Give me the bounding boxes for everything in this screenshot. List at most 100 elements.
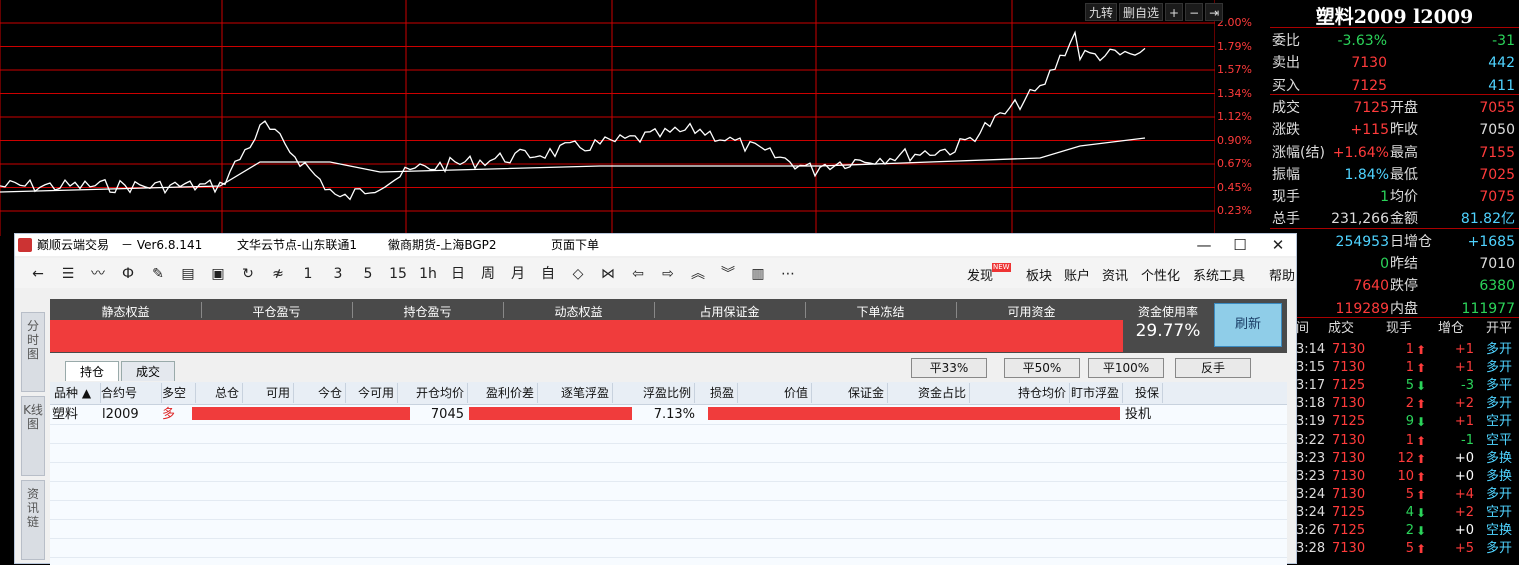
- quote-label: 开盘: [1390, 99, 1418, 116]
- timeframe-button[interactable]: 1h: [417, 264, 439, 284]
- menu-item[interactable]: 发现: [967, 265, 993, 284]
- axis-label: 0.45%: [1217, 180, 1252, 194]
- tick-volume: 5: [1405, 378, 1414, 394]
- up-icon[interactable]: ︽: [687, 264, 709, 284]
- menu-item[interactable]: 个性化: [1141, 265, 1180, 284]
- divider: [352, 302, 353, 318]
- draw-icon[interactable]: ✎: [147, 264, 169, 284]
- side-tab[interactable]: 资讯链: [21, 480, 45, 560]
- timeframe-button[interactable]: 15: [387, 264, 409, 284]
- column-header[interactable]: 合约号: [101, 382, 158, 404]
- quote-row: 仓254953日增仓+1685: [1272, 231, 1517, 253]
- expand-button[interactable]: ⇥: [1205, 3, 1224, 21]
- timeframe-button[interactable]: 周: [477, 264, 499, 284]
- column-header[interactable]: 资金占比: [888, 382, 966, 404]
- column-header[interactable]: 持仓均价: [970, 382, 1066, 404]
- close-100-button[interactable]: 平100%: [1088, 358, 1164, 378]
- split-icon[interactable]: ◇: [567, 264, 589, 284]
- separator: [1270, 317, 1519, 318]
- arrow-up-icon: ⬆: [1416, 361, 1427, 376]
- side-tab[interactable]: K线图: [21, 396, 45, 476]
- quote-value: +1.64%: [1332, 144, 1389, 161]
- candle-icon[interactable]: Ф: [117, 264, 139, 284]
- quote-row: 成交 7125 开盘 7055: [1272, 97, 1517, 119]
- tick-type: 多平: [1486, 378, 1513, 394]
- quote-label: 跌停: [1390, 278, 1418, 295]
- prev-icon[interactable]: ⇦: [627, 264, 649, 284]
- column-header[interactable]: 价值: [738, 382, 808, 404]
- tab-positions[interactable]: 持仓: [65, 361, 119, 381]
- layout-icon[interactable]: ▥: [747, 264, 769, 284]
- axis-label: 1.12%: [1217, 110, 1252, 123]
- tick-oi: -1: [1461, 432, 1474, 448]
- close-button[interactable]: ✕: [1261, 234, 1295, 256]
- column-header[interactable]: 总仓: [196, 382, 239, 404]
- tick-type: 多开: [1486, 486, 1513, 502]
- quote-label: 现手: [1272, 189, 1300, 206]
- close-50-button[interactable]: 平50%: [1004, 358, 1080, 378]
- save-icon[interactable]: ▣: [207, 264, 229, 284]
- column-header[interactable]: 盯市浮盈: [1070, 382, 1119, 404]
- menu-item[interactable]: 资讯: [1102, 265, 1128, 284]
- back-icon[interactable]: ←: [27, 264, 49, 284]
- column-header[interactable]: 损盈: [695, 382, 734, 404]
- refresh-icon[interactable]: ↻: [237, 264, 259, 284]
- timeframe-button[interactable]: 月: [507, 264, 529, 284]
- tick-price: 7125: [1332, 523, 1366, 538]
- column-header[interactable]: 可用: [243, 382, 290, 404]
- tick-type: 空换: [1486, 523, 1513, 538]
- quote-value: 7075: [1479, 189, 1515, 206]
- tab-trades[interactable]: 成交: [121, 361, 175, 381]
- zoom-out-button[interactable]: −: [1185, 3, 1204, 21]
- indicator-icon[interactable]: ≉: [267, 264, 289, 284]
- column-header[interactable]: 开仓均价: [398, 382, 464, 404]
- tick-time: 3:26: [1296, 523, 1326, 538]
- column-header[interactable]: 今可用: [346, 382, 394, 404]
- menu-item[interactable]: 系统工具: [1193, 265, 1245, 284]
- timeframe-button[interactable]: 自: [537, 264, 559, 284]
- column-header[interactable]: 浮盈比例: [613, 382, 691, 404]
- summary-header: 占用保证金: [699, 305, 760, 319]
- timeframe-button[interactable]: 1: [297, 264, 319, 284]
- redacted-values: [50, 320, 1123, 352]
- timeframe-button[interactable]: 5: [357, 264, 379, 284]
- close-33-button[interactable]: 平33%: [911, 358, 987, 378]
- tick-type: 空开: [1486, 504, 1513, 520]
- timeframe-button[interactable]: 3: [327, 264, 349, 284]
- tick-oi: +0: [1454, 468, 1474, 484]
- side-tab[interactable]: 分时图: [21, 312, 45, 392]
- next-icon[interactable]: ⇨: [657, 264, 679, 284]
- menu-item[interactable]: 帮助: [1269, 265, 1295, 284]
- tick-price: 7130: [1332, 541, 1366, 557]
- column-header[interactable]: 多空: [162, 382, 192, 404]
- zoom-in-button[interactable]: +: [1165, 3, 1184, 21]
- refresh-button[interactable]: 刷新: [1214, 303, 1282, 347]
- menu-item[interactable]: 账户: [1064, 265, 1090, 284]
- timeframe-button[interactable]: 日: [447, 264, 469, 284]
- compare-icon[interactable]: ⋈: [597, 264, 619, 284]
- intraday-chart: [0, 0, 1215, 236]
- minimize-button[interactable]: —: [1187, 234, 1221, 256]
- jiuzhuan-button[interactable]: 九转: [1085, 3, 1118, 21]
- more-icon[interactable]: ⋯: [777, 264, 799, 284]
- column-header[interactable]: 逐笔浮盈: [538, 382, 609, 404]
- menu-item[interactable]: 板块: [1026, 265, 1052, 284]
- maximize-button[interactable]: ☐: [1223, 234, 1257, 256]
- quote-value: 6380: [1479, 278, 1515, 295]
- reverse-button[interactable]: 反手: [1175, 358, 1251, 378]
- column-header[interactable]: 投保: [1123, 382, 1159, 404]
- tick-row: 3:19 7125 9 ⬇ +1 空开: [1296, 413, 1519, 431]
- list-icon[interactable]: ☰: [57, 264, 79, 284]
- line-chart-icon[interactable]: 〰: [87, 264, 109, 284]
- remove-watchlist-button[interactable]: 删自选: [1119, 3, 1164, 21]
- panel-icon[interactable]: ▤: [177, 264, 199, 284]
- quote-value: +1685: [1467, 233, 1515, 250]
- quote-row: 卖出 7130 442: [1272, 52, 1517, 74]
- quote-value: -31: [1492, 33, 1515, 49]
- column-header[interactable]: 今仓: [294, 382, 342, 404]
- column-header[interactable]: 品种 ▲: [54, 382, 97, 404]
- column-header[interactable]: 盈利价差: [468, 382, 534, 404]
- down-icon[interactable]: ︾: [717, 264, 739, 284]
- column-header[interactable]: 保证金: [812, 382, 884, 404]
- tick-oi: +2: [1454, 396, 1474, 412]
